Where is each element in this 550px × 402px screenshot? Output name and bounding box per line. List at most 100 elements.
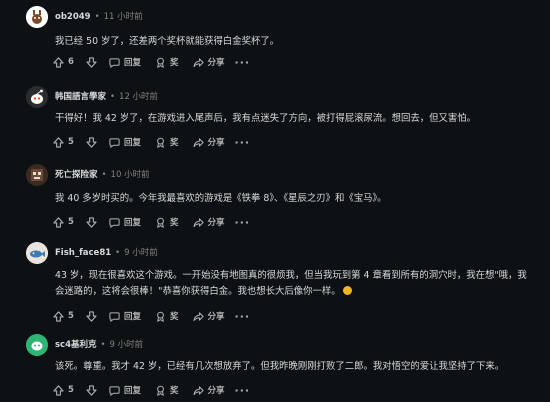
share-arrow-icon: [192, 57, 204, 67]
award-label: 奖: [170, 312, 179, 322]
arrow-up-icon: [53, 136, 64, 148]
reply-button[interactable]: 回复: [105, 132, 145, 152]
ellipsis-icon: ···: [234, 309, 251, 323]
username[interactable]: Fish_face81: [55, 248, 111, 258]
downvote-button[interactable]: [82, 306, 101, 326]
username[interactable]: ob2049: [55, 12, 91, 22]
comment-body: 我 40 多岁时买的。今年我最喜欢的游戏是《铁拳 8》、《星辰之刃》和《宝马》。: [55, 193, 387, 204]
share-arrow-icon: [192, 137, 204, 147]
more-options-button[interactable]: ···: [229, 52, 257, 72]
reply-button[interactable]: 回复: [105, 306, 145, 326]
username[interactable]: sc4基利克: [55, 340, 97, 350]
downvote-button[interactable]: [82, 132, 101, 152]
award-icon: [157, 217, 164, 228]
award-icon: [157, 57, 164, 68]
comment-feed: ob2049 • 11 小时前 我已经 50 岁了，还差两个奖杯就能获得白金奖杯了。…: [0, 0, 550, 402]
award-label: 奖: [170, 386, 179, 396]
separator-dot: •: [94, 12, 100, 22]
vote-count: 6: [68, 57, 74, 67]
award-icon: [157, 311, 164, 322]
award-button[interactable]: 奖: [151, 306, 183, 326]
reply-button[interactable]: 回复: [105, 380, 145, 400]
comment-meta: ob2049 • 11 小时前: [55, 9, 143, 25]
upvote-button[interactable]: 6: [49, 52, 82, 72]
comment-text: 43 岁，现在很喜欢这个游戏。一开始没有地图真的很烦我，但当我玩到第 4 章看到…: [55, 270, 527, 297]
ellipsis-icon: ···: [234, 55, 251, 69]
ellipsis-icon: ···: [234, 135, 251, 149]
vote-count: 5: [68, 137, 74, 147]
upvote-button[interactable]: 5: [49, 132, 82, 152]
vote-count: 5: [68, 311, 74, 321]
comment-meta: Fish_face81 • 9 小时前: [55, 245, 158, 261]
downvote-button[interactable]: [82, 52, 101, 72]
reply-label: 回复: [124, 58, 142, 68]
ellipsis-icon: ···: [234, 383, 251, 397]
more-options-button[interactable]: ···: [229, 212, 257, 232]
award-label: 奖: [170, 138, 179, 148]
comment-body: 43 岁，现在很喜欢这个游戏。一开始没有地图真的很烦我，但当我玩到第 4 章看到…: [55, 268, 536, 300]
upvote-button[interactable]: 5: [49, 306, 82, 326]
avatar[interactable]: [26, 6, 48, 28]
avatar[interactable]: [26, 164, 48, 186]
separator-dot: •: [115, 248, 121, 258]
arrow-up-icon: [53, 310, 64, 322]
share-label: 分享: [207, 138, 225, 148]
share-label: 分享: [207, 312, 225, 322]
arrow-down-icon: [86, 310, 97, 322]
separator-dot: •: [100, 340, 106, 350]
downvote-button[interactable]: [82, 212, 101, 232]
more-options-button[interactable]: ···: [229, 306, 257, 326]
speech-bubble-icon: [109, 311, 120, 322]
timestamp[interactable]: 11 小时前: [104, 12, 143, 22]
share-button[interactable]: 分享: [189, 306, 229, 326]
comment-meta: sc4基利克 • 9 小时前: [55, 337, 143, 353]
speech-bubble-icon: [109, 57, 120, 68]
username[interactable]: 韩国語言學家: [55, 92, 106, 102]
arrow-down-icon: [86, 384, 97, 396]
speech-bubble-icon: [109, 137, 120, 148]
arrow-down-icon: [86, 136, 97, 148]
comment-body: 我已经 50 岁了，还差两个奖杯就能获得白金奖杯了。: [55, 36, 280, 47]
smiley-emoji-icon: [342, 286, 352, 295]
more-options-button[interactable]: ···: [229, 132, 257, 152]
timestamp[interactable]: 9 小时前: [110, 340, 144, 350]
award-button[interactable]: 奖: [151, 132, 183, 152]
share-button[interactable]: 分享: [189, 52, 229, 72]
award-button[interactable]: 奖: [151, 380, 183, 400]
comment-body: 干得好！我 42 岁了，在游戏进入尾声后，我有点迷失了方向，被打得屁滚尿流。想回…: [55, 113, 477, 124]
reply-label: 回复: [124, 218, 142, 228]
award-label: 奖: [170, 218, 179, 228]
comment-actions: 5 回复 奖 分享 ···: [49, 212, 256, 232]
comment-meta: 韩国語言學家 • 12 小时前: [55, 89, 158, 105]
speech-bubble-icon: [109, 385, 120, 396]
share-button[interactable]: 分享: [189, 212, 229, 232]
reply-label: 回复: [124, 138, 142, 148]
arrow-up-icon: [53, 384, 64, 396]
speech-bubble-icon: [109, 217, 120, 228]
share-button[interactable]: 分享: [189, 380, 229, 400]
share-label: 分享: [207, 218, 225, 228]
downvote-button[interactable]: [82, 380, 101, 400]
more-options-button[interactable]: ···: [229, 380, 257, 400]
comment-body: 该死。尊重。我才 42 岁，已经有几次想放弃了。但我昨晚刚刚打败了二郎。我对悟空…: [55, 361, 505, 372]
share-label: 分享: [207, 58, 225, 68]
award-button[interactable]: 奖: [151, 52, 183, 72]
username[interactable]: 死亡探险家: [55, 170, 98, 180]
reply-button[interactable]: 回复: [105, 212, 145, 232]
timestamp[interactable]: 9 小时前: [124, 248, 158, 258]
upvote-button[interactable]: 5: [49, 380, 82, 400]
separator-dot: •: [110, 92, 116, 102]
avatar[interactable]: [26, 86, 48, 108]
share-button[interactable]: 分享: [189, 132, 229, 152]
vote-count: 5: [68, 385, 74, 395]
award-button[interactable]: 奖: [151, 212, 183, 232]
upvote-button[interactable]: 5: [49, 212, 82, 232]
reply-button[interactable]: 回复: [105, 52, 145, 72]
timestamp[interactable]: 10 小时前: [111, 170, 150, 180]
share-arrow-icon: [192, 385, 204, 395]
award-icon: [157, 137, 164, 148]
arrow-up-icon: [53, 216, 64, 228]
timestamp[interactable]: 12 小时前: [119, 92, 158, 102]
avatar[interactable]: [26, 334, 48, 356]
avatar[interactable]: [26, 242, 48, 264]
